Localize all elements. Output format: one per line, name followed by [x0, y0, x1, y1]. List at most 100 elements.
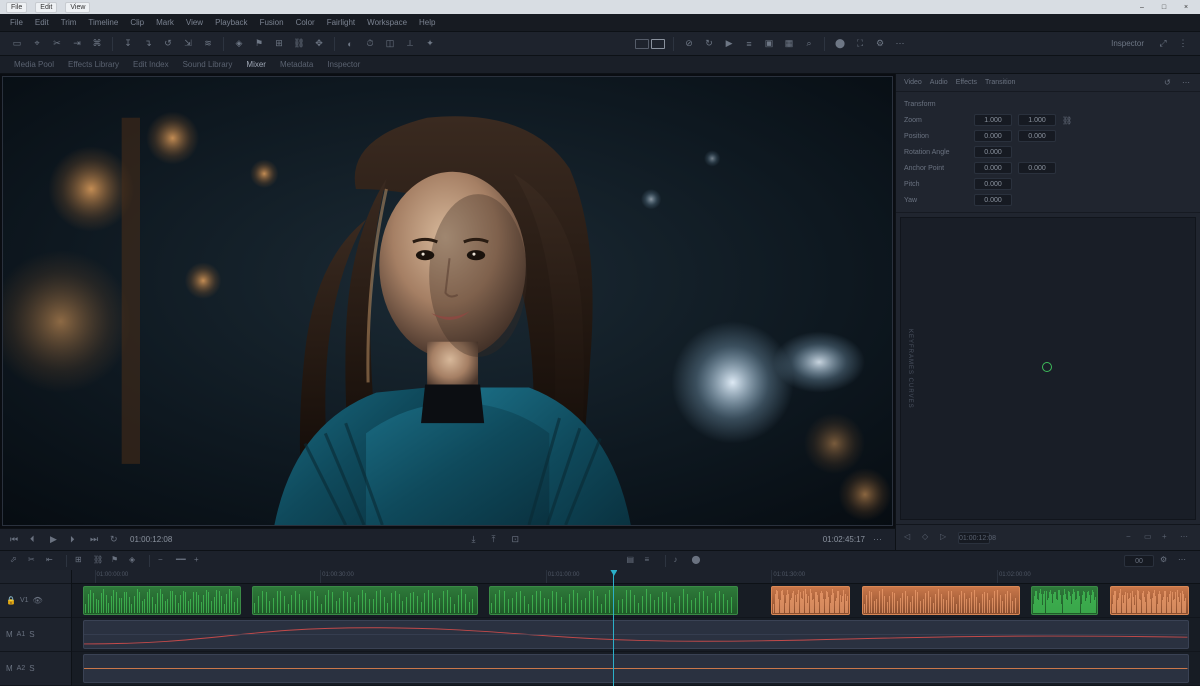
linked-icon[interactable]: ⛓	[292, 37, 306, 51]
track-header-a1[interactable]: M A1 S	[0, 618, 71, 652]
menu-item[interactable]: Help	[419, 18, 435, 27]
mark-in-icon[interactable]: ⤓	[472, 534, 484, 546]
clip-video[interactable]	[1031, 586, 1099, 615]
titlebar-item[interactable]: View	[65, 2, 90, 13]
expand-icon[interactable]: ⤢	[1156, 37, 1170, 51]
menu-item[interactable]: Edit	[35, 18, 49, 27]
marker-icon[interactable]: ◈	[232, 37, 246, 51]
tl-zoom-in-icon[interactable]: +	[194, 555, 206, 567]
ws-tab[interactable]: Media Pool	[14, 60, 54, 69]
tl-mixer-icon[interactable]: ≡	[645, 555, 657, 567]
viewer-options-icon[interactable]: ⋯	[873, 534, 885, 546]
tl-track-height[interactable]: 00	[1124, 555, 1154, 567]
menu-item[interactable]: Playback	[215, 18, 247, 27]
ws-tab[interactable]: Sound Library	[183, 60, 233, 69]
safe-icon[interactable]: ▣	[762, 37, 776, 51]
clip-video[interactable]	[862, 586, 1020, 615]
insp-menu-icon[interactable]: ⋯	[1182, 78, 1192, 88]
track-eye-icon[interactable]: 👁	[33, 596, 43, 605]
clip-video[interactable]	[771, 586, 850, 615]
insert-icon[interactable]: ↧	[121, 37, 135, 51]
pointer-icon[interactable]: ▭	[10, 37, 24, 51]
dynamic-icon[interactable]: ◐	[343, 37, 357, 51]
insp-field-pos-y[interactable]: 0.000	[1018, 130, 1056, 142]
tl-options-icon[interactable]: ⋯	[1178, 555, 1190, 567]
bypass-icon[interactable]: ⊘	[682, 37, 696, 51]
position-icon[interactable]: ✥	[312, 37, 326, 51]
viewer-layout-toggle[interactable]	[635, 39, 665, 49]
trim-icon[interactable]: ⇥	[70, 37, 84, 51]
link-zoom-icon[interactable]: ⛓	[1062, 116, 1072, 125]
menu-item[interactable]: Fusion	[260, 18, 284, 27]
insp-field-anch-y[interactable]: 0.000	[1018, 162, 1056, 174]
menu-item[interactable]: Trim	[61, 18, 77, 27]
ws-tab[interactable]: Effects Library	[68, 60, 119, 69]
options-icon[interactable]: ⋯	[893, 37, 907, 51]
curve-editor[interactable]: KEYFRAMES CURVES	[900, 217, 1196, 520]
menu-item[interactable]: Clip	[130, 18, 144, 27]
match-icon[interactable]: ≡	[742, 37, 756, 51]
tl-customize-icon[interactable]: ⚙	[1160, 555, 1172, 567]
track-mute-icon[interactable]: M	[6, 630, 13, 639]
tl-snap-icon[interactable]: ⊞	[75, 555, 87, 567]
retiming-icon[interactable]: ⏱	[363, 37, 377, 51]
selection-icon[interactable]: ⌖	[30, 37, 44, 51]
ws-tab[interactable]: Inspector	[327, 60, 360, 69]
loop-icon[interactable]: ↻	[702, 37, 716, 51]
insp-field-rot[interactable]: 0.000	[974, 146, 1012, 158]
zoom-icon[interactable]: ⌕	[802, 37, 816, 51]
tl-zoom-out-icon[interactable]: −	[158, 555, 170, 567]
insp-field-zoom-x[interactable]: 1.000	[974, 114, 1012, 126]
clip-audio[interactable]	[83, 620, 1188, 649]
snap-icon[interactable]: ⊞	[272, 37, 286, 51]
settings-icon[interactable]: ⚙	[873, 37, 887, 51]
tl-link-icon[interactable]: ⛓	[93, 555, 105, 567]
track-header-v1[interactable]: 🔒 V1 👁	[0, 584, 71, 618]
titlebar-item[interactable]: File	[6, 2, 27, 13]
inspector-toggle[interactable]: Inspector	[1105, 37, 1150, 50]
overwrite-icon[interactable]: ↴	[141, 37, 155, 51]
play-icon[interactable]: ▶	[50, 534, 62, 546]
menu-item[interactable]: Color	[296, 18, 315, 27]
titlebar-item[interactable]: Edit	[35, 2, 57, 13]
kf-timecode[interactable]: 01:00:12:08	[958, 532, 990, 544]
menu-item[interactable]: Workspace	[367, 18, 407, 27]
timeline-ruler[interactable]: 01:00:00:00 01:00:30:00 01:01:00:00 01:0…	[72, 570, 1200, 584]
openfx-icon[interactable]: ✦	[423, 37, 437, 51]
menu-item[interactable]: File	[10, 18, 23, 27]
step-fwd-icon[interactable]: ⏵	[70, 534, 82, 546]
program-viewer[interactable]	[2, 76, 893, 526]
timecode-left[interactable]: 01:00:12:08	[130, 535, 172, 544]
insp-field-yaw[interactable]: 0.000	[974, 194, 1012, 206]
kf-zoom-out-icon[interactable]: −	[1126, 532, 1138, 544]
track-mute-icon[interactable]: M	[6, 664, 13, 673]
insp-tab[interactable]: Transition	[985, 79, 1015, 86]
mark-out-icon[interactable]: ⤒	[492, 534, 504, 546]
ws-tab[interactable]: Metadata	[280, 60, 313, 69]
kf-zoom-in-icon[interactable]: +	[1162, 532, 1174, 544]
insp-field-pos-x[interactable]: 0.000	[974, 130, 1012, 142]
insp-tab[interactable]: Video	[904, 79, 922, 86]
window-minimize-icon[interactable]: –	[1134, 4, 1150, 11]
record-icon[interactable]: ⬤	[833, 37, 847, 51]
insp-field-anch-x[interactable]: 0.000	[974, 162, 1012, 174]
guides-icon[interactable]: ▦	[782, 37, 796, 51]
crop-icon[interactable]: ⟂	[403, 37, 417, 51]
track-a1[interactable]	[72, 618, 1200, 652]
flag-icon[interactable]: ⚑	[252, 37, 266, 51]
track-solo-icon[interactable]: S	[29, 664, 34, 673]
tl-marker-icon[interactable]: ◈	[129, 555, 141, 567]
track-a2[interactable]	[72, 652, 1200, 686]
link-icon[interactable]: ⌘	[90, 37, 104, 51]
ws-tab[interactable]: Mixer	[246, 60, 266, 69]
insp-tab[interactable]: Effects	[956, 79, 977, 86]
insp-field-zoom-y[interactable]: 1.000	[1018, 114, 1056, 126]
insp-reset-icon[interactable]: ↺	[1164, 78, 1174, 88]
blade-icon[interactable]: ✂	[50, 37, 64, 51]
replace-icon[interactable]: ↺	[161, 37, 175, 51]
fullscreen-icon[interactable]: ⛶	[853, 37, 867, 51]
track-header-a2[interactable]: M A2 S	[0, 652, 71, 686]
tl-view-opts-icon[interactable]: ▤	[627, 555, 639, 567]
fit-icon[interactable]: ⇲	[181, 37, 195, 51]
insp-field-pitch[interactable]: 0.000	[974, 178, 1012, 190]
